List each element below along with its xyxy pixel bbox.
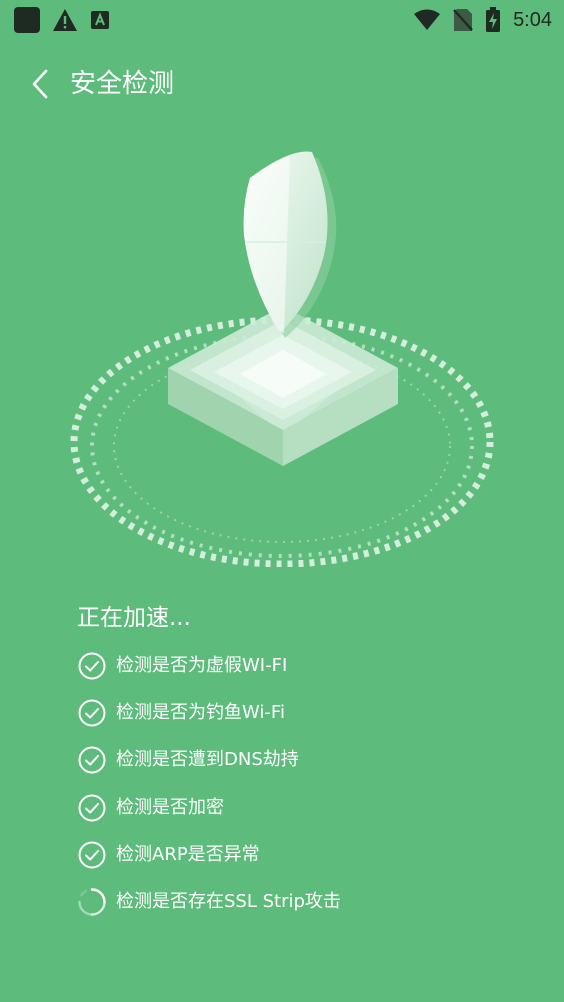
a-badge-icon — [91, 11, 109, 29]
app-square-icon — [14, 7, 40, 33]
check-item-ssl-strip: 检测是否存在SSL Strip攻击 — [77, 878, 341, 925]
check-item-encryption: 检测是否加密 — [77, 784, 341, 831]
scan-status-text: 正在加速... — [77, 605, 191, 631]
check-item-label: 检测ARP是否异常 — [116, 843, 260, 865]
check-item-label: 检测是否遭到DNS劫持 — [116, 749, 299, 771]
warning-icon — [53, 9, 77, 31]
check-item-dns-hijack: 检测是否遭到DNS劫持 — [77, 737, 341, 784]
check-circle-icon — [78, 794, 106, 822]
app-header: 安全检测 — [0, 60, 564, 110]
back-button[interactable] — [26, 66, 56, 102]
status-time: 5:04 — [513, 8, 552, 31]
status-bar: 5:04 — [0, 0, 564, 40]
no-sim-icon — [453, 9, 473, 31]
check-item-arp: 检测ARP是否异常 — [77, 831, 341, 878]
check-circle-icon — [78, 699, 106, 727]
check-item-label: 检测是否为虚假WI-FI — [116, 654, 288, 676]
shield-platform-graphic — [0, 151, 564, 587]
check-circle-icon — [78, 746, 106, 774]
check-item-label: 检测是否为钓鱼Wi-Fi — [116, 701, 285, 723]
wifi-icon — [414, 9, 441, 30]
security-illustration — [0, 130, 564, 587]
spinner-icon — [78, 888, 106, 916]
chevron-left-icon — [32, 69, 48, 99]
battery-icon — [486, 7, 501, 32]
check-circle-icon — [78, 841, 106, 869]
check-item-label: 检测是否加密 — [116, 796, 224, 818]
check-item-fake-wifi: 检测是否为虚假WI-FI — [77, 642, 341, 689]
check-item-phishing-wifi: 检测是否为钓鱼Wi-Fi — [77, 689, 341, 736]
page-title: 安全检测 — [70, 69, 175, 99]
check-circle-icon — [78, 652, 106, 680]
shield-icon — [243, 151, 337, 338]
scan-check-list: 检测是否为虚假WI-FI 检测是否为钓鱼Wi-Fi 检测是否遭到DNS劫持 检测… — [77, 642, 341, 926]
check-item-label: 检测是否存在SSL Strip攻击 — [116, 891, 341, 913]
security-check-screen: 5:04 安全检测 正在加速... 检测是否为虚假WI-FI 检测是否为钓鱼Wi… — [0, 0, 564, 1002]
